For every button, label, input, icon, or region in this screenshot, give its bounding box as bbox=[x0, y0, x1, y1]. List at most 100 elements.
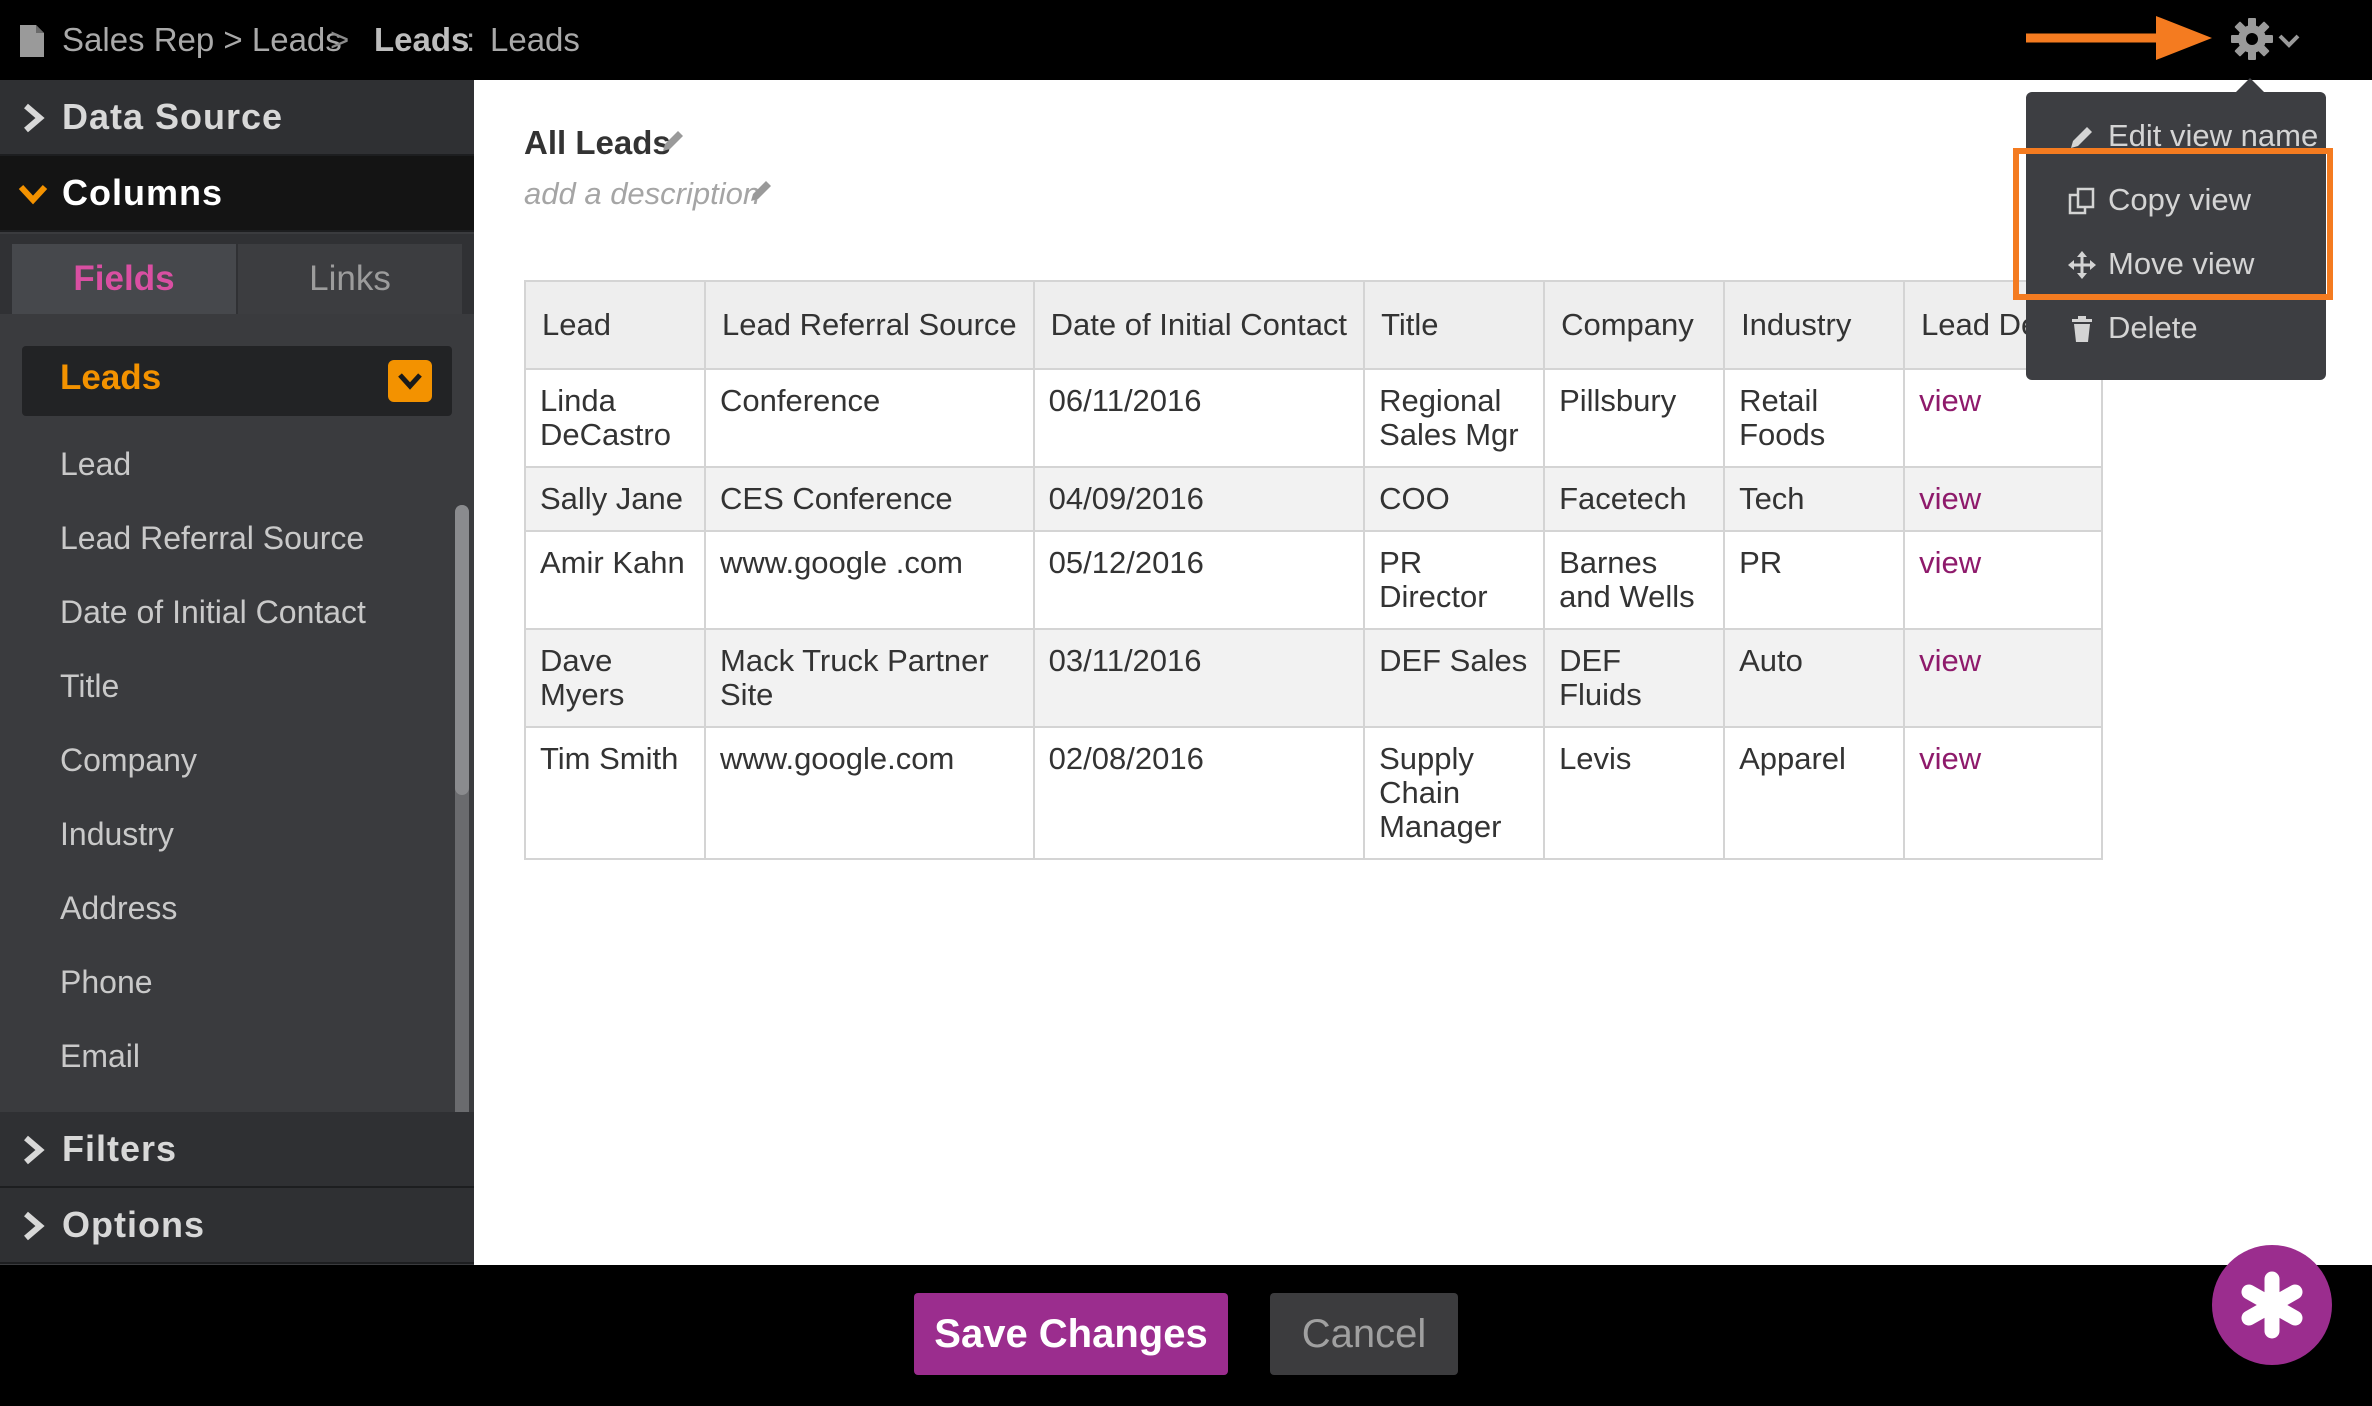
cell-title: DEF Sales bbox=[1363, 628, 1546, 728]
field-item[interactable]: Date of Initial Contact bbox=[60, 594, 366, 631]
scrollbar-thumb[interactable] bbox=[455, 505, 469, 795]
section-label: Columns bbox=[62, 172, 224, 213]
table-header-row: Lead Lead Referral Source Date of Initia… bbox=[524, 280, 2104, 370]
annotation-highlight-box bbox=[2013, 148, 2333, 300]
view-details-link[interactable]: view bbox=[1903, 628, 2104, 728]
top-bar: Sales Rep > Leads > Leads : Leads bbox=[0, 0, 2372, 80]
section-data-source[interactable]: Data Source bbox=[0, 80, 474, 156]
gear-icon bbox=[2231, 18, 2273, 60]
leads-table: Lead Lead Referral Source Date of Initia… bbox=[524, 280, 2104, 860]
field-item[interactable]: Lead bbox=[60, 446, 131, 483]
menu-item-delete[interactable]: Delete bbox=[2026, 300, 2326, 358]
cell-lead: Dave Myers bbox=[524, 628, 706, 728]
column-header[interactable]: Company bbox=[1543, 280, 1726, 370]
settings-gear-button[interactable] bbox=[2230, 14, 2300, 64]
field-item[interactable]: Title bbox=[60, 668, 119, 705]
table-row: Dave Myers Mack Truck Partner Site 03/11… bbox=[524, 628, 2104, 728]
bottom-action-bar: Save Changes Cancel bbox=[0, 1265, 2372, 1406]
cell-lead: Tim Smith bbox=[524, 726, 706, 860]
chevron-right-icon bbox=[24, 103, 45, 133]
cell-source: www.google .com bbox=[704, 530, 1035, 630]
section-label: Data Source bbox=[62, 96, 284, 137]
cell-title: COO bbox=[1363, 466, 1546, 532]
pencil-icon bbox=[2071, 127, 2092, 148]
table-row: Amir Kahn www.google .com 05/12/2016 PR … bbox=[524, 530, 2104, 630]
tab-links[interactable]: Links bbox=[238, 244, 462, 314]
object-select-label: Leads bbox=[60, 358, 162, 397]
cell-company: Pillsbury bbox=[1543, 368, 1726, 468]
view-description[interactable]: add a description bbox=[524, 176, 760, 212]
cell-company: Facetech bbox=[1543, 466, 1726, 532]
field-item[interactable]: Phone bbox=[60, 964, 153, 1001]
section-label: Filters bbox=[62, 1128, 178, 1169]
table-row: Sally Jane CES Conference 04/09/2016 COO… bbox=[524, 466, 2104, 532]
cell-source: Conference bbox=[704, 368, 1035, 468]
section-columns[interactable]: Columns bbox=[0, 156, 474, 232]
view-builder-sidebar: Data Source Columns Fields Links Leads L… bbox=[0, 80, 474, 1265]
cell-industry: Auto bbox=[1723, 628, 1906, 728]
view-details-link[interactable]: view bbox=[1903, 530, 2104, 630]
breadcrumb-view-name: Leads bbox=[490, 21, 580, 58]
field-item[interactable]: Company bbox=[60, 742, 197, 779]
column-header[interactable]: Title bbox=[1363, 280, 1546, 370]
cell-source: Mack Truck Partner Site bbox=[704, 628, 1035, 728]
cell-lead: Amir Kahn bbox=[524, 530, 706, 630]
chevron-down-icon bbox=[18, 184, 48, 205]
column-header[interactable]: Date of Initial Contact bbox=[1032, 280, 1366, 370]
breadcrumb-current: Leads bbox=[374, 21, 470, 58]
table-row: Linda DeCastro Conference 06/11/2016 Reg… bbox=[524, 368, 2104, 468]
column-header[interactable]: Industry bbox=[1723, 280, 1906, 370]
chevron-down-icon bbox=[388, 360, 432, 402]
tab-fields[interactable]: Fields bbox=[12, 244, 236, 314]
edit-description-pencil-icon[interactable] bbox=[748, 178, 774, 204]
help-button[interactable] bbox=[2212, 1245, 2332, 1365]
cell-company: DEF Fluids bbox=[1543, 628, 1726, 728]
cell-title: Supply Chain Manager bbox=[1363, 726, 1546, 860]
cell-industry: Apparel bbox=[1723, 726, 1906, 860]
field-item[interactable]: Industry bbox=[60, 816, 174, 853]
cell-date: 06/11/2016 bbox=[1032, 368, 1366, 468]
section-options[interactable]: Options bbox=[0, 1188, 474, 1264]
document-icon bbox=[20, 25, 44, 57]
cell-industry: Retail Foods bbox=[1723, 368, 1906, 468]
breadcrumb-separator: > bbox=[330, 21, 350, 58]
cell-date: 02/08/2016 bbox=[1032, 726, 1366, 860]
trash-icon bbox=[2072, 316, 2092, 342]
edit-title-pencil-icon[interactable] bbox=[660, 128, 686, 154]
view-details-link[interactable]: view bbox=[1903, 368, 2104, 468]
cell-company: Barnes and Wells bbox=[1543, 530, 1726, 630]
cell-company: Levis bbox=[1543, 726, 1726, 860]
cell-date: 03/11/2016 bbox=[1032, 628, 1366, 728]
cell-date: 05/12/2016 bbox=[1032, 530, 1366, 630]
view-title[interactable]: All Leads bbox=[524, 124, 671, 162]
field-link-tabs: Fields Links bbox=[0, 234, 474, 314]
cell-industry: PR bbox=[1723, 530, 1906, 630]
cell-lead: Linda DeCastro bbox=[524, 368, 706, 468]
breadcrumb-colon: : bbox=[466, 21, 476, 58]
cell-lead: Sally Jane bbox=[524, 466, 706, 532]
chevron-right-icon bbox=[24, 1211, 45, 1241]
cell-title: Regional Sales Mgr bbox=[1363, 368, 1546, 468]
view-details-link[interactable]: view bbox=[1903, 466, 2104, 532]
field-item[interactable]: Lead Referral Source bbox=[60, 520, 364, 557]
table-row: Tim Smith www.google.com 02/08/2016 Supp… bbox=[524, 726, 2104, 860]
menu-item-label: Delete bbox=[2108, 310, 2198, 345]
cell-industry: Tech bbox=[1723, 466, 1906, 532]
annotation-arrow-icon bbox=[2026, 16, 2212, 60]
section-filters[interactable]: Filters bbox=[0, 1112, 474, 1188]
cell-date: 04/09/2016 bbox=[1032, 466, 1366, 532]
field-item[interactable]: Address bbox=[60, 890, 177, 927]
chevron-down-icon bbox=[2278, 34, 2300, 48]
cancel-button[interactable]: Cancel bbox=[1270, 1293, 1458, 1375]
save-changes-button[interactable]: Save Changes bbox=[914, 1293, 1228, 1375]
cell-title: PR Director bbox=[1363, 530, 1546, 630]
cell-source: www.google.com bbox=[704, 726, 1035, 860]
column-header[interactable]: Lead bbox=[524, 280, 706, 370]
object-select[interactable]: Leads bbox=[22, 346, 452, 416]
asterisk-icon bbox=[2241, 1271, 2303, 1339]
breadcrumb-path[interactable]: Sales Rep > Leads bbox=[62, 18, 342, 62]
column-header[interactable]: Lead Referral Source bbox=[704, 280, 1035, 370]
view-details-link[interactable]: view bbox=[1903, 726, 2104, 860]
field-item[interactable]: Email bbox=[60, 1038, 140, 1075]
cell-source: CES Conference bbox=[704, 466, 1035, 532]
